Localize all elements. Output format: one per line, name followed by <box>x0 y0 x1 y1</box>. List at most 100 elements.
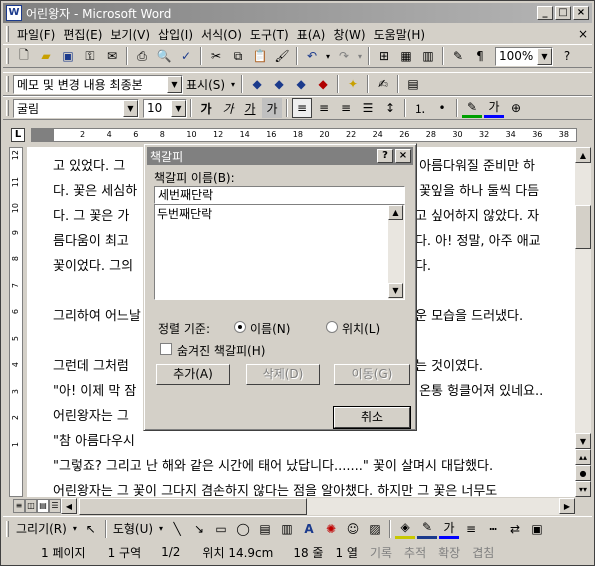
paste-icon[interactable]: 📋 <box>250 46 270 66</box>
toolbar-grip[interactable] <box>6 76 9 92</box>
menu-insert[interactable]: 삽입(I) <box>154 26 197 43</box>
maximize-button[interactable]: □ <box>555 6 571 20</box>
display-for-review-combo[interactable]: 메모 및 변경 내용 최종본 ▼ <box>13 74 183 94</box>
next-page-icon[interactable]: ▾▾ <box>575 481 591 497</box>
minimize-button[interactable]: _ <box>537 6 553 20</box>
horizontal-scroll-thumb[interactable] <box>79 498 307 515</box>
scroll-down-icon[interactable]: ▼ <box>388 283 403 298</box>
dialog-close-button[interactable]: × <box>395 149 411 163</box>
sort-by-location-label[interactable]: 위치(L) <box>342 320 380 337</box>
clip-art-icon[interactable]: ☺ <box>343 519 363 539</box>
cut-icon[interactable]: ✂ <box>206 46 226 66</box>
justify-icon[interactable]: ☰ <box>358 98 378 118</box>
autoshapes-dropdown-icon[interactable]: ▾ <box>157 519 165 539</box>
align-left-icon[interactable]: ≡ <box>292 98 312 118</box>
previous-change-icon[interactable]: ◆ <box>247 74 267 94</box>
draw-menu[interactable]: 그리기(R) <box>13 520 70 537</box>
bold-icon[interactable]: 가 <box>196 98 216 118</box>
horizontal-ruler[interactable]: 2 4 6 8 10 12 14 16 18 20 22 24 26 28 30 32 34 36 38 <box>31 128 577 142</box>
shadow-icon[interactable]: ▣ <box>527 519 547 539</box>
web-view-icon[interactable]: ◫ <box>25 499 37 513</box>
arrow-icon[interactable]: ↘ <box>189 519 209 539</box>
zoom-combo[interactable]: 100% ▼ <box>495 46 553 66</box>
menu-grip[interactable] <box>6 26 9 42</box>
menu-file[interactable]: 파일(F) <box>13 26 59 43</box>
scroll-down-icon[interactable]: ▼ <box>575 433 591 449</box>
tables-borders-icon[interactable]: ⊞ <box>374 46 394 66</box>
accept-change-icon[interactable]: ◆ <box>291 74 311 94</box>
vertical-text-box-icon[interactable]: ▥ <box>277 519 297 539</box>
add-button[interactable]: 추가(A) <box>156 364 230 385</box>
normal-view-icon[interactable]: ≡ <box>13 499 25 513</box>
font-size-combo[interactable]: 10 ▼ <box>143 98 187 118</box>
permission-icon[interactable]: ⚿ <box>80 46 100 66</box>
scroll-up-icon[interactable]: ▲ <box>388 205 403 220</box>
doc-close-icon[interactable]: × <box>574 27 592 41</box>
align-center-icon[interactable]: ≡ <box>314 98 334 118</box>
open-folder-icon[interactable]: ▰ <box>36 46 56 66</box>
bullets-icon[interactable]: • <box>432 98 452 118</box>
arrow-style-icon[interactable]: ⇄ <box>505 519 525 539</box>
print-layout-view-icon[interactable]: ▤ <box>37 499 49 513</box>
columns-icon[interactable]: ▥ <box>418 46 438 66</box>
reviewing-pane-icon[interactable]: ▤ <box>403 74 423 94</box>
save-icon[interactable]: ▣ <box>58 46 78 66</box>
drawing-icon[interactable]: ✎ <box>448 46 468 66</box>
char-shading-icon[interactable]: 가 <box>262 98 282 118</box>
outline-view-icon[interactable]: ☰ <box>49 499 61 513</box>
chevron-down-icon[interactable]: ▼ <box>171 99 186 117</box>
bookmark-list[interactable]: 두번째단락 ▲ ▼ <box>154 204 405 300</box>
sort-by-name-radio[interactable] <box>234 321 246 333</box>
draw-dropdown-icon[interactable]: ▾ <box>71 519 79 539</box>
line-icon[interactable]: ╲ <box>167 519 187 539</box>
bookmark-list-item[interactable]: 두번째단락 <box>157 205 212 222</box>
sort-by-location-radio[interactable] <box>326 321 338 333</box>
sort-by-name-label[interactable]: 이름(N) <box>250 320 290 337</box>
chevron-down-icon[interactable]: ▼ <box>167 75 182 93</box>
autoshapes-menu[interactable]: 도형(U) <box>110 520 156 537</box>
status-trk[interactable]: 추적 <box>398 544 432 561</box>
menu-format[interactable]: 서식(O) <box>197 26 246 43</box>
font-combo[interactable]: 굴림 ▼ <box>13 98 139 118</box>
close-button[interactable]: × <box>573 6 589 20</box>
vertical-scrollbar[interactable]: ▲ ▼ ▴▴ ● ▾▾ <box>575 147 591 497</box>
redo-dropdown-icon[interactable]: ▾ <box>356 46 364 66</box>
show-hide-icon[interactable]: ¶ <box>470 46 490 66</box>
menu-table[interactable]: 표(A) <box>293 26 330 43</box>
cancel-button[interactable]: 취소 <box>333 406 411 429</box>
toolbar-grip[interactable] <box>6 48 9 64</box>
align-right-icon[interactable]: ≡ <box>336 98 356 118</box>
dialog-help-button[interactable]: ? <box>377 149 393 163</box>
more-buttons-icon[interactable]: ⊕ <box>506 98 526 118</box>
dialog-title-bar[interactable]: 책갈피 ? × <box>147 147 413 165</box>
hidden-bookmarks-checkbox[interactable] <box>160 343 172 355</box>
picture-icon[interactable]: ▨ <box>365 519 385 539</box>
scroll-right-icon[interactable]: ▶ <box>559 498 575 514</box>
title-bar[interactable]: W 어린왕자 - Microsoft Word _ □ × <box>3 3 592 23</box>
highlight-icon[interactable]: ✎ <box>462 98 482 118</box>
delete-button[interactable]: 삭제(D) <box>246 364 320 385</box>
show-menu[interactable]: 표시(S) <box>183 76 228 93</box>
menu-window[interactable]: 창(W) <box>329 26 369 43</box>
dash-style-icon[interactable]: ┅ <box>483 519 503 539</box>
track-changes-icon[interactable]: ✍ <box>373 74 393 94</box>
scroll-up-icon[interactable]: ▲ <box>575 147 591 163</box>
oval-icon[interactable]: ◯ <box>233 519 253 539</box>
fill-color-icon[interactable]: ◈ <box>395 519 416 539</box>
select-objects-icon[interactable]: ↖ <box>81 519 101 539</box>
help-icon[interactable]: ? <box>557 46 577 66</box>
show-dropdown-icon[interactable]: ▾ <box>229 74 237 94</box>
insert-table-icon[interactable]: ▦ <box>396 46 416 66</box>
menu-view[interactable]: 보기(V) <box>106 26 154 43</box>
word-app-icon[interactable]: W <box>6 5 22 21</box>
browse-object-icon[interactable]: ● <box>575 465 591 481</box>
format-painter-icon[interactable]: 🖌 <box>272 46 292 66</box>
bookmark-name-input[interactable]: 세번째단락 <box>154 186 405 204</box>
status-ext[interactable]: 확장 <box>432 544 466 561</box>
status-rec[interactable]: 기록 <box>364 544 398 561</box>
next-change-icon[interactable]: ◆ <box>269 74 289 94</box>
text-box-icon[interactable]: ▤ <box>255 519 275 539</box>
vertical-scroll-thumb[interactable] <box>575 205 591 249</box>
bookmark-list-scrollbar[interactable]: ▲ ▼ <box>388 205 404 299</box>
line-style-icon[interactable]: ≡ <box>461 519 481 539</box>
